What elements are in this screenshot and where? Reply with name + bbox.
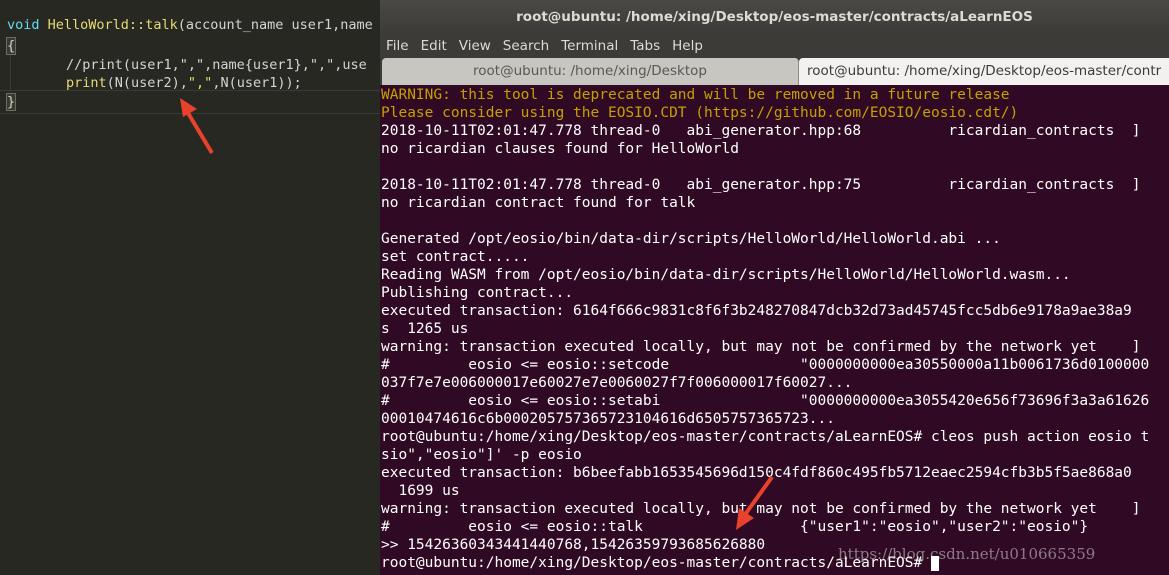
- window-title: root@ubuntu: /home/xing/Desktop/eos-mast…: [380, 0, 1169, 34]
- output-line: warning: transaction executed locally, b…: [381, 339, 1141, 355]
- editor-line-close-brace[interactable]: }: [5, 92, 17, 112]
- menu-view[interactable]: View: [453, 38, 497, 54]
- editor-line-open-brace[interactable]: {: [5, 36, 17, 56]
- output-line: Publishing contract...: [381, 285, 574, 301]
- close-brace: }: [5, 93, 17, 111]
- terminal-window[interactable]: root@ubuntu: /home/xing/Desktop/eos-mast…: [380, 0, 1169, 575]
- output-line: 2018-10-11T02:01:47.778 thread-0 abi_gen…: [381, 177, 1141, 193]
- code-editor[interactable]: void HelloWorld::talk(account_name user1…: [0, 0, 380, 575]
- menu-search[interactable]: Search: [497, 38, 555, 54]
- output-line: # eosio <= eosio::setabi "0000000000ea30…: [381, 393, 1150, 409]
- editor-line-signature[interactable]: void HelloWorld::talk(account_name user1…: [7, 15, 373, 35]
- function-params: (account_name user1,name: [177, 17, 373, 33]
- output-line: 2018-10-11T02:01:47.778 thread-0 abi_gen…: [381, 123, 1141, 139]
- output-line: Generated /opt/eosio/bin/data-dir/script…: [381, 231, 1001, 247]
- tab-desktop[interactable]: root@ubuntu: /home/xing/Desktop: [382, 58, 799, 85]
- print-args-b: ,N(user1));: [212, 75, 302, 91]
- keyword-void: void: [7, 17, 40, 33]
- function-name: HelloWorld::talk: [47, 17, 178, 33]
- output-line: Reading WASM from /opt/eosio/bin/data-di…: [381, 267, 1071, 283]
- output-line: # eosio <= eosio::setcode "0000000000ea3…: [381, 357, 1150, 373]
- output-line: Please consider using the EOSIO.CDT (htt…: [381, 105, 1019, 121]
- tab-alearneos[interactable]: root@ubuntu: /home/xing/Desktop/eos-mast…: [799, 58, 1169, 85]
- menu-help[interactable]: Help: [666, 38, 709, 54]
- tab-bar: root@ubuntu: /home/xing/Desktop root@ubu…: [380, 58, 1169, 85]
- print-args-a: (N(user2),: [106, 75, 188, 91]
- output-line: set contract.....: [381, 249, 530, 265]
- output-line: executed transaction: 6164f666c9831c8f6f…: [381, 303, 1132, 319]
- indent-guide: [10, 50, 11, 90]
- output-line: 00010474616c6b000205757365723104616d6505…: [381, 411, 835, 427]
- output-line: s 1265 us: [381, 321, 469, 337]
- editor-line-print[interactable]: print(N(user2),",",N(user1));: [66, 73, 302, 93]
- menu-file[interactable]: File: [380, 38, 415, 54]
- output-line: WARNING: this tool is deprecated and wil…: [381, 87, 1010, 103]
- output-line: no ricardian contract found for talk: [381, 195, 696, 211]
- watermark: https://blog.csdn.net/u010665359: [838, 545, 1096, 563]
- output-line: sio","eosio"]' -p eosio: [381, 447, 582, 463]
- menu-edit[interactable]: Edit: [415, 38, 453, 54]
- editor-line-comment[interactable]: //print(user1,",",name{user1},",",use: [66, 55, 367, 75]
- menu-tabs[interactable]: Tabs: [624, 38, 666, 54]
- string-literal: ",": [187, 75, 213, 91]
- open-brace: {: [5, 37, 17, 55]
- menu-bar: File Edit View Search Terminal Tabs Help: [380, 34, 1169, 58]
- red-arrow-annotation-icon: [736, 475, 774, 530]
- red-arrow-annotation-icon: [180, 98, 214, 155]
- output-line: root@ubuntu:/home/xing/Desktop/eos-maste…: [381, 429, 1150, 445]
- print-call: print: [66, 75, 107, 91]
- output-line: no ricardian clauses found for HelloWorl…: [381, 141, 739, 157]
- menu-terminal[interactable]: Terminal: [555, 38, 624, 54]
- output-line: 037f7e7e006000017e60027e7e0060027f7f0060…: [381, 375, 853, 391]
